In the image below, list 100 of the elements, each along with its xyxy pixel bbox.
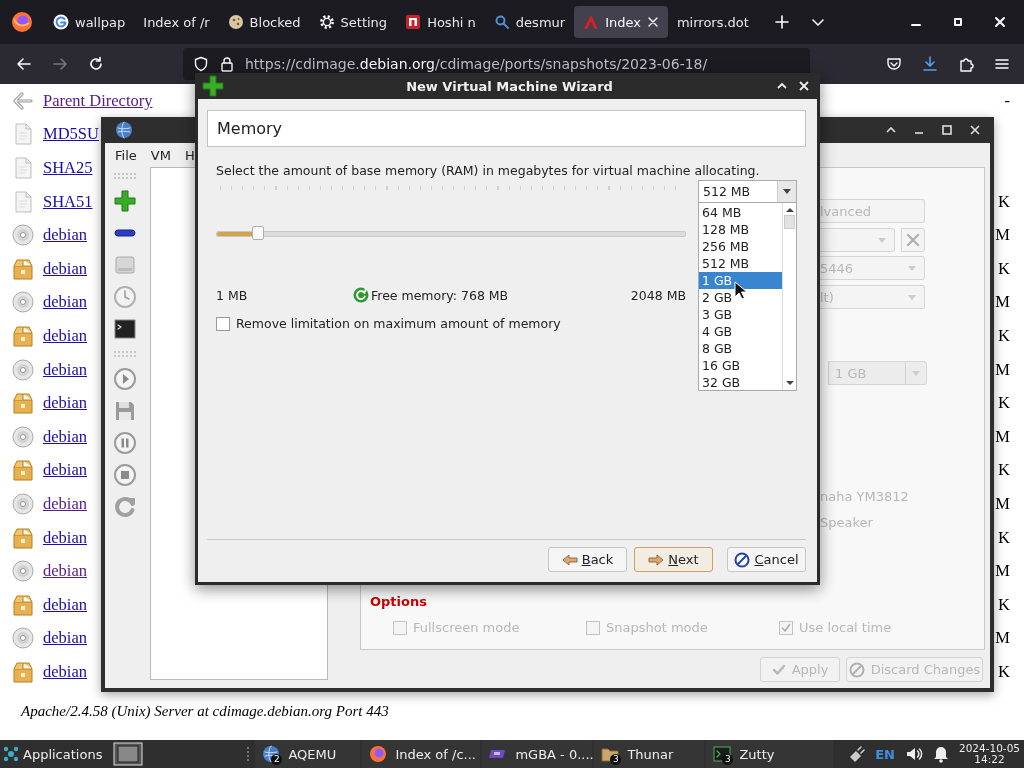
next-button[interactable]: Next [634, 547, 713, 572]
taskbar-button[interactable]: Index of /c... [362, 740, 481, 768]
file-link[interactable]: debian [43, 594, 87, 615]
file-link[interactable]: debian [43, 393, 87, 414]
limit-checkbox[interactable]: Remove limitation on maximum amount of memory [216, 316, 686, 331]
close-icon[interactable] [993, 15, 1007, 29]
applications-menu[interactable]: Applications [0, 740, 109, 768]
pocket-icon[interactable] [886, 56, 902, 72]
next-arrow-icon [648, 553, 665, 566]
memory-slider[interactable] [216, 226, 686, 240]
reload-icon[interactable] [88, 56, 104, 72]
scroll-up-icon[interactable] [785, 207, 794, 213]
size-option[interactable]: 3 GB [699, 306, 782, 323]
window-count-badge: 3 [722, 754, 734, 765]
browser-tab[interactable]: Index of /r [134, 6, 219, 38]
file-link[interactable]: SHA51 [43, 191, 93, 212]
file-link[interactable]: debian [43, 527, 87, 548]
file-link[interactable]: debian [43, 258, 87, 279]
maximize-icon[interactable] [940, 123, 954, 137]
volume-icon[interactable] [904, 745, 923, 763]
extensions-icon[interactable] [958, 56, 974, 72]
settings-icon [318, 14, 335, 30]
taskbar-button[interactable]: 3 Zutty [706, 740, 834, 768]
taskbar-button[interactable]: 3 Thunar [594, 740, 705, 768]
file-link[interactable]: debian [43, 292, 87, 313]
bell-icon[interactable] [932, 745, 949, 763]
globe-icon [115, 121, 133, 139]
size-option[interactable]: 2 GB [699, 289, 782, 306]
file-link[interactable]: debian [43, 493, 87, 514]
browser-tab[interactable]: desmur [484, 6, 575, 38]
menu-item[interactable]: VM [143, 147, 178, 163]
firefox-icon[interactable] [369, 745, 388, 763]
firefox-icon[interactable] [11, 11, 33, 33]
cancel-button[interactable]: Cancel [727, 547, 806, 572]
file-link[interactable]: debian [43, 359, 87, 380]
free-memory-text: Free memory: 768 MB [371, 287, 509, 303]
new-tab-icon[interactable] [773, 14, 790, 30]
file-link[interactable]: MD5SU [43, 124, 99, 145]
size-option[interactable]: 128 MB [699, 221, 782, 238]
forward-icon[interactable] [52, 56, 68, 72]
download-icon[interactable] [922, 56, 938, 72]
file-link[interactable]: debian [43, 661, 87, 682]
size-option[interactable]: 32 GB [699, 374, 782, 391]
file-link[interactable]: SHA25 [43, 158, 93, 178]
window-count-badge: 3 [610, 754, 622, 765]
check-icon [781, 622, 791, 633]
workspace-icon[interactable] [113, 742, 144, 766]
close-icon[interactable] [646, 16, 659, 28]
menu-item[interactable]: File [108, 147, 144, 163]
size-combo[interactable]: 512 MB [698, 180, 797, 203]
file-size: K [998, 460, 1011, 481]
refresh-icon[interactable] [353, 287, 369, 303]
close-icon[interactable] [968, 123, 982, 137]
file-link[interactable]: debian [43, 225, 87, 246]
file-size: K [998, 393, 1011, 414]
scroll-down-icon[interactable] [785, 380, 794, 386]
file-size: M [995, 426, 1011, 447]
size-option[interactable]: 1 GB [699, 272, 782, 289]
browser-tab[interactable]: Setting [309, 6, 397, 38]
size-option[interactable]: 16 GB [699, 357, 782, 374]
plus-icon[interactable] [113, 189, 137, 213]
disc-icon [12, 358, 34, 381]
browser-tab[interactable]: Blocked [218, 6, 310, 38]
file-link[interactable]: debian [43, 325, 87, 346]
stop-icon[interactable] [113, 463, 137, 487]
back-icon[interactable] [16, 56, 32, 72]
browser-tab[interactable]: mirrors.dot [667, 6, 758, 38]
keyboard-layout[interactable]: EN [875, 746, 895, 762]
size-option[interactable]: 8 GB [699, 340, 782, 357]
back-button[interactable]: Back [548, 547, 627, 572]
file-link[interactable]: debian [43, 628, 87, 649]
scrollbar-thumb[interactable] [784, 215, 795, 229]
taskbar-button[interactable]: 2 AQEMU [255, 740, 361, 768]
lock-icon[interactable] [219, 56, 235, 72]
terminal-icon[interactable] [113, 317, 137, 341]
close-icon[interactable] [797, 79, 811, 93]
file-link[interactable]: debian [43, 460, 87, 481]
terminal-icon[interactable] [713, 745, 732, 763]
maximize-icon[interactable] [951, 15, 965, 29]
file-size: M [995, 292, 1011, 313]
shield-icon[interactable] [193, 56, 209, 72]
play-icon[interactable] [113, 367, 137, 391]
file-link[interactable]: debian [43, 561, 87, 582]
file-size: K [998, 258, 1011, 279]
folder-icon[interactable] [601, 745, 620, 763]
menu-icon[interactable] [994, 56, 1010, 72]
browser-tab[interactable]: wallpap [44, 6, 135, 38]
size-option[interactable]: 256 MB [699, 238, 782, 255]
description-text: Select the amount of base memory (RAM) in megabytes for virtual machine allocating. [215, 163, 761, 179]
size-option[interactable]: 512 MB [699, 255, 782, 272]
browser-tab[interactable]: Hoshi n [396, 6, 485, 38]
slider-thumb[interactable] [252, 226, 265, 240]
size-option[interactable]: 4 GB [699, 323, 782, 340]
min-label: 1 MB [216, 287, 249, 303]
file-link[interactable]: debian [43, 426, 87, 447]
browser-tab[interactable]: Index [574, 6, 668, 38]
pause-icon[interactable] [113, 431, 137, 455]
file-link[interactable]: Parent Directory [43, 90, 153, 111]
size-option[interactable]: 64 MB [699, 204, 782, 221]
taskbar-button[interactable]: mGBA - 0.... [482, 740, 593, 768]
